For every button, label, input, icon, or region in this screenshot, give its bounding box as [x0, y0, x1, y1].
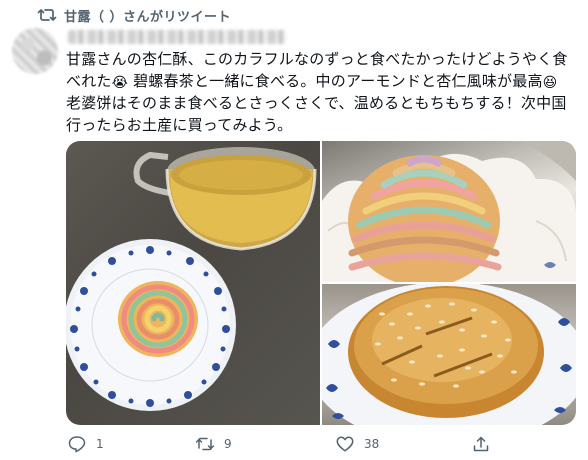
share-button[interactable] — [470, 433, 492, 455]
retweet-count: 9 — [224, 437, 232, 451]
retweet-icon — [194, 433, 216, 455]
tweet-line: 行ったらお土産に買ってみよう。 — [66, 116, 293, 134]
like-button[interactable]: 38 — [334, 433, 379, 455]
tweet-line-segment: 碧螺春茶と一緒に食べる。中のアーモンドと杏仁風味が最高 — [128, 72, 543, 90]
tweet-action-bar: 1 9 38 — [66, 433, 536, 455]
heart-icon — [334, 433, 356, 455]
media-grid — [66, 141, 576, 425]
retweet-banner: 甘露（ ）さんがリツイート — [36, 4, 231, 26]
tweet-line-segment: べれた — [66, 72, 112, 90]
reply-button[interactable]: 1 — [66, 433, 104, 455]
retweet-button[interactable]: 9 — [194, 433, 232, 455]
avatar[interactable] — [12, 28, 58, 74]
reply-icon — [66, 433, 88, 455]
loudly-crying-emoji-icon: 😭 — [111, 75, 129, 91]
like-count: 38 — [364, 437, 380, 451]
media-image-tea-pastry[interactable] — [66, 141, 320, 425]
tweet-body: 甘露さんの杏仁酥、このカラフルなのずっと食べたかったけどようやく食 べれた😭 碧… — [66, 48, 581, 136]
tweet-line: 老婆饼はそのまま食べるとさっくさくで、温めるともちもちする！次中国 — [66, 94, 567, 112]
retweet-icon — [36, 6, 58, 24]
share-icon — [470, 433, 492, 455]
media-image-rainbow-pastry[interactable] — [322, 141, 576, 282]
retweet-banner-text[interactable]: 甘露（ ）さんがリツイート — [64, 6, 231, 25]
blurred-display-name[interactable] — [68, 30, 286, 44]
reply-count: 1 — [96, 437, 104, 451]
media-image-sesame-cake[interactable] — [322, 284, 576, 425]
tweet-line: べれた😭 碧螺春茶と一緒に食べる。中のアーモンドと杏仁風味が最高😆 — [66, 70, 581, 92]
grinning-squint-emoji-icon: 😆 — [542, 75, 558, 91]
tweet-line: 甘露さんの杏仁酥、このカラフルなのずっと食べたかったけどようやく食 — [66, 50, 568, 68]
